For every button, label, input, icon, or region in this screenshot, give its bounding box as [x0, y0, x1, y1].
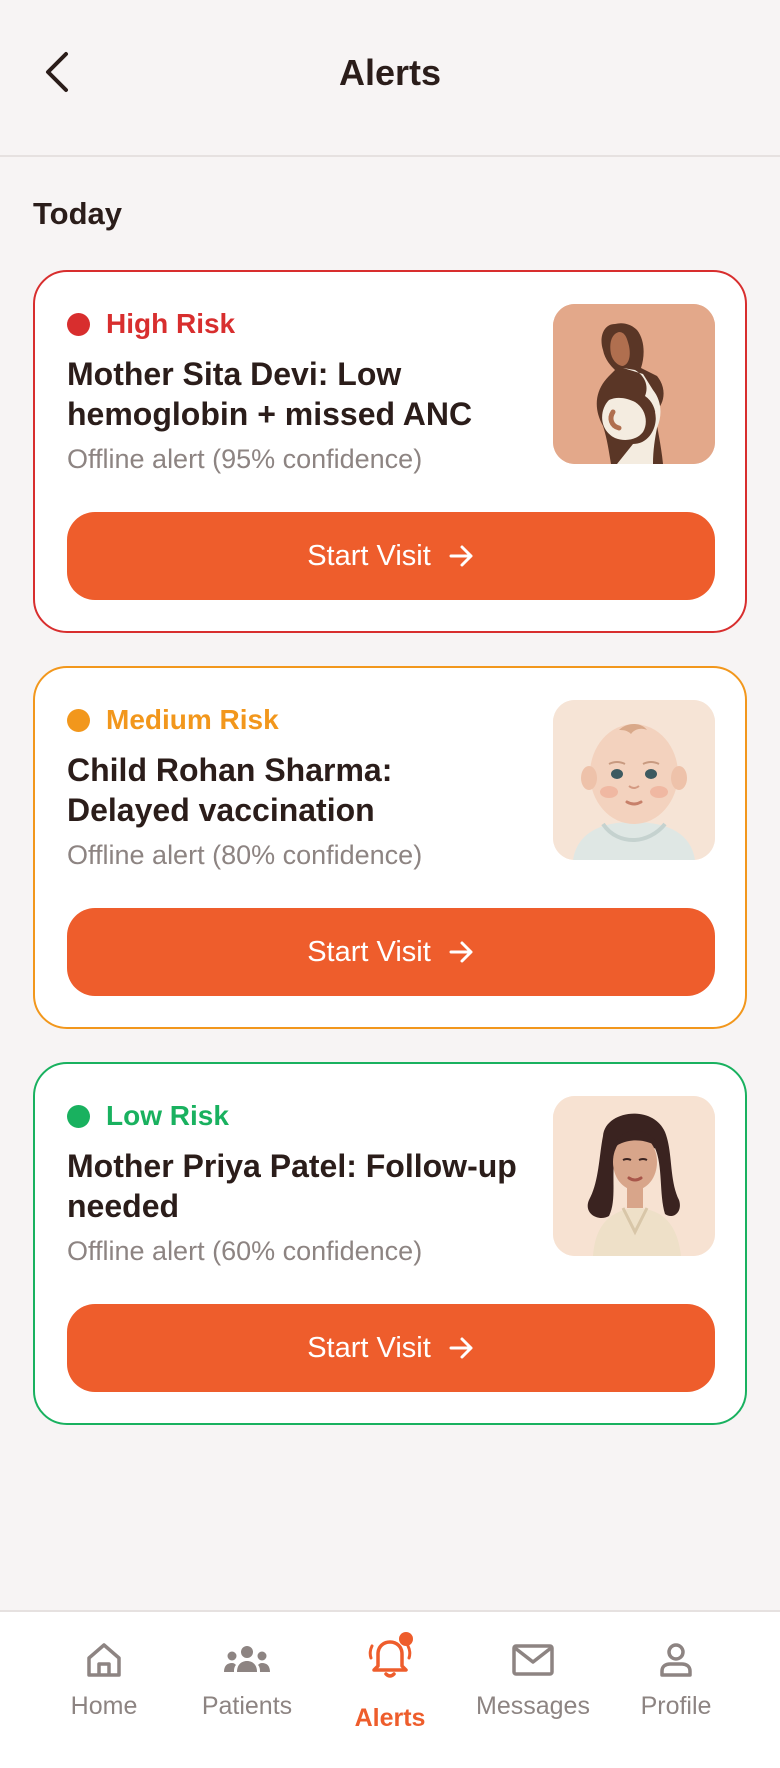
- nav-label-home: Home: [70, 1692, 138, 1720]
- nav-item-patients[interactable]: Patients: [177, 1612, 317, 1742]
- alert-confidence: Offline alert (80% confidence): [67, 840, 423, 870]
- alert-card-high-risk: High Risk Mother Sita Devi: Low hemoglob…: [33, 270, 747, 633]
- risk-dot: [67, 312, 90, 336]
- page-title: Alerts: [338, 52, 442, 93]
- start-visit-button[interactable]: Start Visit: [67, 512, 715, 600]
- arrow-right-icon: [449, 940, 475, 964]
- alert-card-low-risk: Low Risk Mother Priya Patel: Follow-up n…: [33, 1062, 747, 1425]
- woman-avatar: [553, 1096, 715, 1256]
- nav-label-alerts: Alerts: [354, 1704, 426, 1732]
- risk-indicator: Medium Risk: [67, 704, 279, 736]
- people-icon: [224, 1646, 270, 1672]
- nav-item-home[interactable]: Home: [34, 1612, 174, 1742]
- risk-dot: [67, 708, 90, 732]
- pregnant-woman-illustration-icon: [553, 304, 715, 464]
- nav-item-alerts[interactable]: Alerts: [320, 1612, 460, 1742]
- start-visit-button[interactable]: Start Visit: [67, 1304, 715, 1392]
- start-visit-button[interactable]: Start Visit: [67, 908, 715, 996]
- app-header: Alerts: [0, 0, 780, 157]
- mail-icon: [512, 1644, 554, 1676]
- arrow-right-icon: [449, 1336, 475, 1360]
- bottom-nav: Home Patients Alerts Messages Profile: [0, 1610, 780, 1768]
- risk-indicator: Low Risk: [67, 1100, 229, 1132]
- alert-title: Mother Priya Patel: Follow-up needed: [67, 1148, 517, 1224]
- nav-label-profile: Profile: [640, 1692, 712, 1720]
- bell-icon: [368, 1632, 413, 1678]
- risk-label: High Risk: [106, 308, 236, 339]
- risk-dot: [67, 1104, 90, 1128]
- pregnant-woman-avatar: [553, 304, 715, 464]
- alert-title: Mother Sita Devi: Low hemoglobin + misse…: [67, 356, 473, 432]
- nav-label-patients: Patients: [201, 1692, 293, 1720]
- nav-item-profile[interactable]: Profile: [606, 1612, 746, 1742]
- start-visit-label: Start Visit: [307, 935, 431, 968]
- baby-avatar: [553, 700, 715, 860]
- baby-illustration-icon: [553, 700, 715, 860]
- risk-label: Medium Risk: [106, 704, 279, 735]
- nav-label-messages: Messages: [476, 1692, 590, 1720]
- start-visit-label: Start Visit: [307, 539, 431, 572]
- risk-label: Low Risk: [106, 1100, 229, 1131]
- arrow-right-icon: [449, 544, 475, 568]
- start-visit-label: Start Visit: [307, 1331, 431, 1364]
- nav-item-messages[interactable]: Messages: [463, 1612, 603, 1742]
- person-icon: [660, 1643, 692, 1677]
- alert-confidence: Offline alert (60% confidence): [67, 1236, 423, 1266]
- alert-card-medium-risk: Medium Risk Child Rohan Sharma: Delayed …: [33, 666, 747, 1029]
- home-icon: [87, 1643, 121, 1677]
- alert-title: Child Rohan Sharma: Delayed vaccination: [67, 752, 393, 828]
- section-title-today: Today: [33, 196, 122, 231]
- woman-illustration-icon: [553, 1096, 715, 1256]
- alert-confidence: Offline alert (95% confidence): [67, 444, 423, 474]
- risk-indicator: High Risk: [67, 308, 235, 340]
